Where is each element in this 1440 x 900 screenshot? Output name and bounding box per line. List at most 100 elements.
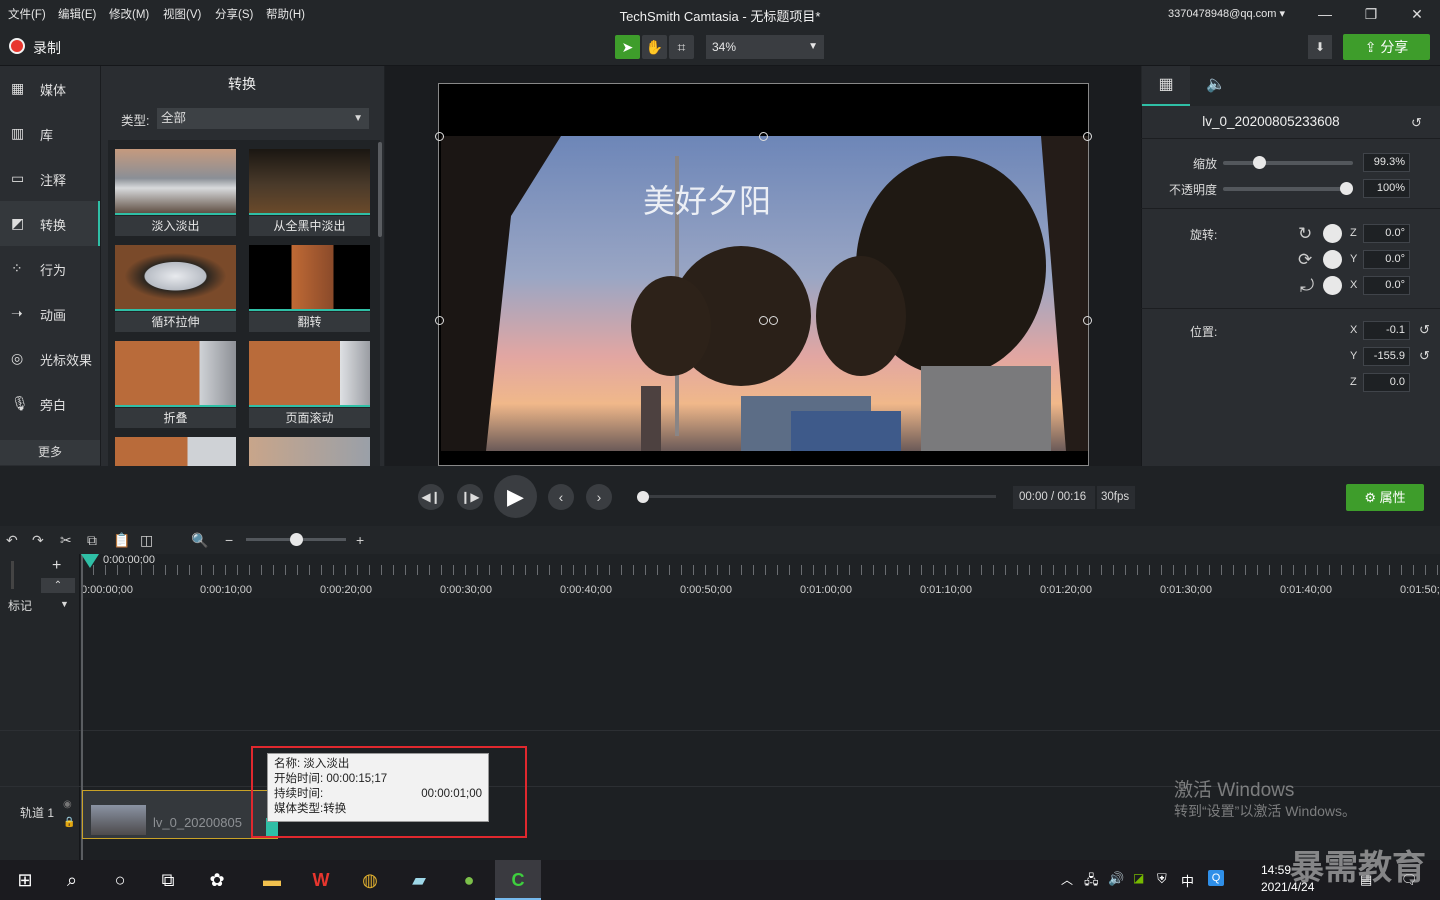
split-icon[interactable]: ◫ [140,532,153,549]
record-button[interactable]: 录制 [33,38,61,58]
zoom-select[interactable]: 34% ▼ [706,35,824,59]
opacity-field[interactable]: 100% [1363,179,1410,198]
play-icon[interactable]: ▶ [494,475,537,518]
transition-fold[interactable]: 折叠 [115,341,236,431]
reset-icon[interactable]: ↺ [1419,322,1430,338]
transition-page-roll[interactable]: 页面滚动 [249,341,370,431]
audio-properties-tab[interactable]: 🔈 [1192,66,1240,106]
redo-icon[interactable]: ↷ [32,532,44,549]
nav-library[interactable]: ▥ 库 [0,111,100,156]
share-button[interactable]: ⇪ 分享 [1343,34,1430,60]
windows-start-icon[interactable]: ⊞ [13,868,37,892]
scrub-knob[interactable] [637,491,649,503]
transition-item[interactable] [115,437,236,466]
rotate-x-field[interactable]: 0.0° [1363,276,1410,295]
resize-handle[interactable] [1083,316,1092,325]
cut-icon[interactable]: ✂ [60,532,72,549]
transition-fade-through-black[interactable]: 从全黑中淡出 [249,149,370,239]
timeline-ruler[interactable] [81,554,1440,598]
camtasia-icon[interactable]: C [506,868,530,892]
chrome-icon[interactable]: ◍ [358,868,382,892]
nav-cursor-effects[interactable]: ◎ 光标效果 [0,336,100,381]
reset-icon[interactable]: ↺ [1411,115,1422,131]
transition-fade[interactable]: 淡入淡出 [115,149,236,239]
resize-handle[interactable] [435,132,444,141]
notes-app-icon[interactable]: ▰ [407,868,431,892]
chevron-up-icon[interactable]: ︿ [1061,871,1073,888]
position-z-field[interactable]: 0.0 [1363,373,1410,392]
transition-flip[interactable]: 翻转 [249,245,370,335]
position-y-field[interactable]: -155.9 [1363,347,1410,366]
network-icon[interactable]: 🖧 [1084,871,1099,893]
maximize-icon[interactable]: ❐ [1363,6,1379,22]
step-back-icon[interactable]: ◀❙ [418,484,444,510]
scale-field[interactable]: 99.3% [1363,153,1410,172]
pinwheel-app-icon[interactable]: ✿ [205,868,229,892]
resize-handle[interactable] [435,316,444,325]
add-track-icon[interactable]: + [52,557,61,575]
rotate-z-field[interactable]: 0.0° [1363,224,1410,243]
rotate-x-dial[interactable] [1323,276,1342,295]
security-icon[interactable]: ⛨ [1157,871,1167,887]
pan-tool-icon[interactable]: ✋ [642,35,667,59]
opacity-slider-knob[interactable] [1340,182,1353,195]
eye-icon[interactable]: ◉ [63,799,72,810]
chevron-down-icon[interactable]: ▼ [60,599,69,609]
visual-properties-tab[interactable]: ▦ [1142,66,1190,106]
ime-indicator[interactable]: 中 [1181,871,1194,890]
position-x-field[interactable]: -0.1 [1363,321,1410,340]
undo-icon[interactable]: ↶ [6,532,18,549]
transition-item[interactable] [249,437,370,466]
next-icon[interactable]: › [586,484,612,510]
nav-media[interactable]: ▦ 媒体 [0,66,100,111]
opacity-slider[interactable] [1223,187,1353,191]
task-view-icon[interactable]: ⧉ [156,868,180,892]
paste-icon[interactable]: 📋 [113,532,130,549]
volume-icon[interactable]: 🔊 [1108,871,1124,887]
marker-label[interactable]: 标记 [8,597,32,614]
more-button[interactable]: 更多 [0,440,100,465]
reset-icon[interactable]: ↺ [1419,348,1430,364]
search-icon[interactable]: 🔍 [191,532,208,549]
clock-time[interactable]: 14:59 [1261,863,1291,877]
panel-scrollbar[interactable] [378,142,382,237]
scrub-track[interactable] [643,495,996,498]
record-icon[interactable] [9,38,25,54]
resize-handle[interactable] [759,132,768,141]
file-explorer-icon[interactable]: ▬ [260,868,284,892]
melon-app-icon[interactable]: ● [457,868,481,892]
cortana-icon[interactable]: ○ [108,868,132,892]
zoom-out-icon[interactable]: − [225,532,233,548]
nav-annotations[interactable]: ▭ 注释 [0,156,100,201]
timeline-zoom-knob[interactable] [290,533,303,546]
nav-transitions[interactable]: ◩ 转换 [0,201,100,246]
media-clip[interactable]: lv_0_20200805 [82,790,278,839]
step-forward-icon[interactable]: ❙▶ [457,484,483,510]
resize-handle[interactable] [759,316,768,325]
nav-behaviors[interactable]: ⁘ 行为 [0,246,100,291]
nav-animations[interactable]: ➝ 动画 [0,291,100,336]
scale-slider[interactable] [1223,161,1353,165]
crop-tool-icon[interactable]: ⌗ [669,35,694,59]
previous-icon[interactable]: ‹ [548,484,574,510]
rotate-z-dial[interactable] [1323,224,1342,243]
transition-circle-stretch[interactable]: 循环拉伸 [115,245,236,335]
resize-handle[interactable] [769,316,778,325]
minimize-icon[interactable]: — [1317,6,1333,22]
wps-office-icon[interactable]: W [309,868,333,892]
fps-display[interactable]: 30fps [1097,486,1135,509]
caption-text[interactable]: 美好夕阳 [643,176,771,222]
copy-icon[interactable]: ⧉ [87,532,97,549]
zoom-in-icon[interactable]: + [356,532,364,548]
lock-icon[interactable]: 🔒 [63,817,75,828]
account-menu[interactable]: 3370478948@qq.com ▾ [1168,7,1285,20]
search-icon[interactable]: ⌕ [60,868,84,892]
download-icon[interactable]: ⬇ [1308,35,1332,59]
type-select[interactable]: 全部 ▼ [157,108,369,129]
track-height-slider[interactable] [11,561,14,589]
select-tool-icon[interactable]: ➤ [615,35,640,59]
nav-voice-narration[interactable]: 🎙 旁白 [0,381,100,426]
close-icon[interactable]: ✕ [1409,6,1425,22]
rotate-y-field[interactable]: 0.0° [1363,250,1410,269]
resize-handle[interactable] [1083,132,1092,141]
